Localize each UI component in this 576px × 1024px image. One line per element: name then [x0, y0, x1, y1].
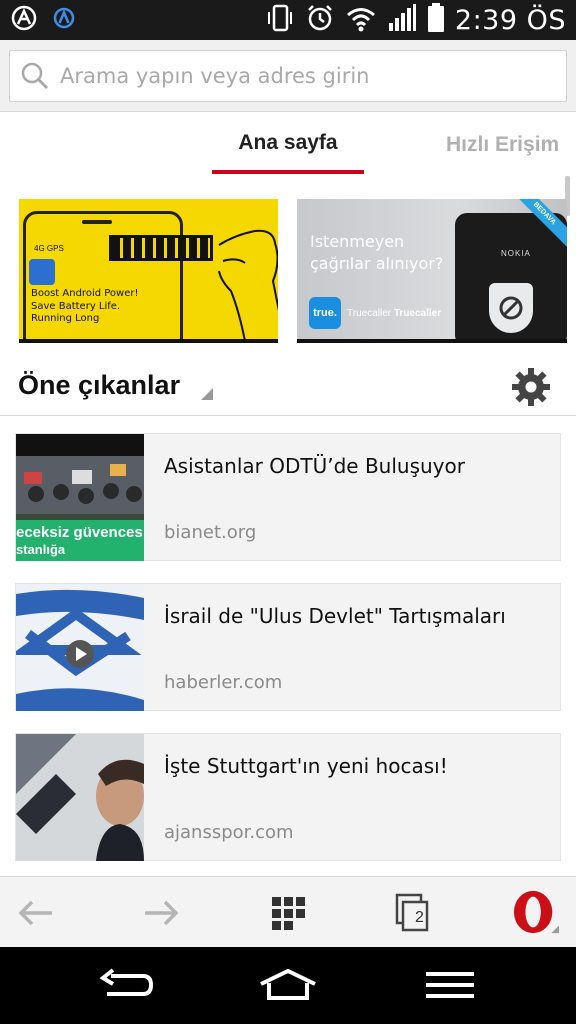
news-item[interactable]: eceksiz güvences stanlığa Asistanlar ODT… [15, 433, 561, 561]
tab-speed-dial[interactable]: Hızlı Erişim [446, 133, 559, 157]
news-title: Asistanlar ODTÜ’de Buluşuyor [164, 454, 465, 478]
ad-phone-illustration: NOKIA [455, 213, 567, 339]
ad-banner-battery[interactable]: 4G GPS Boost Android Power! Save Battery… [19, 199, 278, 343]
opera-menu-button[interactable] [512, 889, 560, 937]
thumbnail-caption: eceksiz güvences [16, 524, 143, 541]
truecaller-logo: true. [309, 297, 341, 329]
address-bar-area: Arama yapın veya adres girin [0, 40, 576, 112]
ad-copy: Boost Android Power! Save Battery Life. … [31, 288, 139, 324]
clock: 2:39 ÖS [454, 4, 566, 36]
battery-icon [427, 2, 445, 38]
tab-home[interactable]: Ana sayfa [212, 131, 364, 155]
system-nav-bar [0, 947, 576, 1024]
speed-dial-grid-icon[interactable] [264, 889, 312, 937]
news-source: haberler.com [164, 672, 283, 693]
opera-logo-icon [513, 890, 560, 934]
wifi-icon [345, 4, 377, 37]
news-title: İsrail de "Ulus Devlet" Tartışmaları [164, 604, 506, 628]
block-icon [489, 283, 533, 333]
alarm-icon [305, 3, 335, 38]
phone-brand: NOKIA [501, 249, 531, 258]
news-source: bianet.org [164, 522, 257, 543]
back-arrow-icon[interactable] [12, 889, 60, 937]
news-title: İşte Stuttgart'ın yeni hocası! [164, 754, 448, 778]
tabs-icon [395, 893, 429, 932]
news-thumbnail [16, 584, 144, 711]
active-tab-indicator [212, 170, 364, 174]
browser-toolbar: 2 [0, 876, 576, 947]
home-tabs: Ana sayfa Hızlı Erişim [0, 113, 576, 177]
thumbnail-caption: stanlığa [16, 542, 66, 557]
news-source: ajansspor.com [164, 822, 294, 843]
gear-icon[interactable] [511, 367, 551, 407]
app-a-icon [10, 4, 38, 37]
featured-section-header: Öne çıkanlar [0, 360, 576, 416]
dropdown-caret-icon[interactable] [201, 388, 213, 400]
signal-icon [387, 3, 417, 38]
ad-headline: Istenmeyen çağrılar alınıyor? [310, 232, 444, 273]
hand-illustration-icon [218, 229, 278, 339]
ad-brand: Truecaller Truecaller [347, 308, 442, 319]
battery-app-icon [29, 259, 55, 285]
search-icon [10, 51, 60, 101]
ad-banner-truecaller[interactable]: Istenmeyen çağrılar alınıyor? NOKIA BEDA… [297, 199, 567, 343]
back-icon[interactable] [92, 965, 162, 1005]
news-item[interactable]: İşte Stuttgart'ın yeni hocası! ajansspor… [15, 733, 561, 861]
tabs-button[interactable]: 2 [389, 889, 437, 937]
vibrate-icon [265, 3, 295, 38]
menu-icon[interactable] [415, 965, 485, 1005]
app-a2-icon [52, 6, 76, 35]
ad-phone-status: 4G GPS [34, 244, 64, 253]
tab-count: 2 [415, 909, 424, 926]
forward-arrow-icon[interactable] [137, 889, 185, 937]
news-thumbnail [16, 734, 144, 861]
news-thumbnail: eceksiz güvences stanlığa [16, 434, 144, 561]
section-title[interactable]: Öne çıkanlar [18, 370, 180, 401]
search-input[interactable]: Arama yapın veya adres girin [9, 50, 567, 102]
battery-illustration-icon [109, 235, 213, 261]
status-bar: 2:39 ÖS [0, 0, 576, 40]
search-placeholder: Arama yapın veya adres girin [60, 64, 370, 88]
home-icon[interactable] [253, 965, 323, 1005]
news-item[interactable]: İsrail de "Ulus Devlet" Tartışmaları hab… [15, 583, 561, 711]
